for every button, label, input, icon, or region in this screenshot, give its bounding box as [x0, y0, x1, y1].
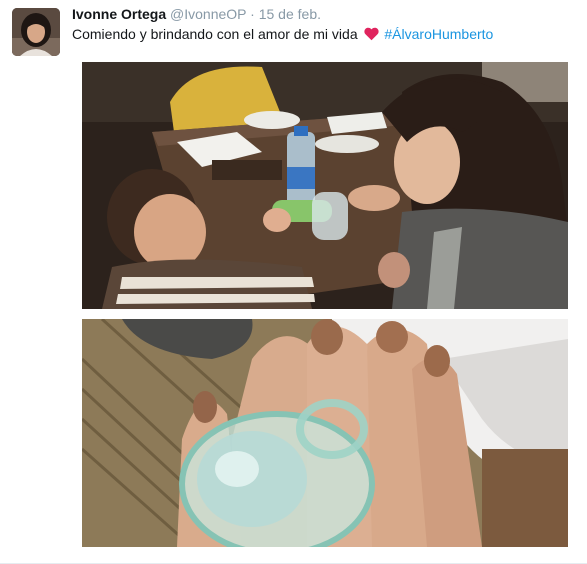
author-handle[interactable]: @IvonneOP	[170, 6, 246, 22]
tweet-body-text: Comiendo y brindando con el amor de mi v…	[72, 26, 358, 42]
hashtag-link[interactable]: #ÁlvaroHumberto	[384, 26, 493, 42]
author-avatar[interactable]	[12, 8, 60, 56]
author-name[interactable]: Ivonne Ortega	[72, 6, 166, 22]
tweet-photo-pacifier[interactable]	[82, 319, 568, 547]
tweet-text: Comiendo y brindando con el amor de mi v…	[72, 26, 493, 44]
tweet-header: Ivonne Ortega @IvonneOP · 15 de feb.	[72, 6, 321, 22]
tweet-date[interactable]: 15 de feb.	[259, 6, 321, 22]
header-separator: ·	[250, 6, 255, 22]
red-heart-icon	[363, 27, 379, 44]
tweet-photo-restaurant[interactable]	[82, 62, 568, 309]
tweet-card: Ivonne Ortega @IvonneOP · 15 de feb. Com…	[0, 0, 587, 564]
